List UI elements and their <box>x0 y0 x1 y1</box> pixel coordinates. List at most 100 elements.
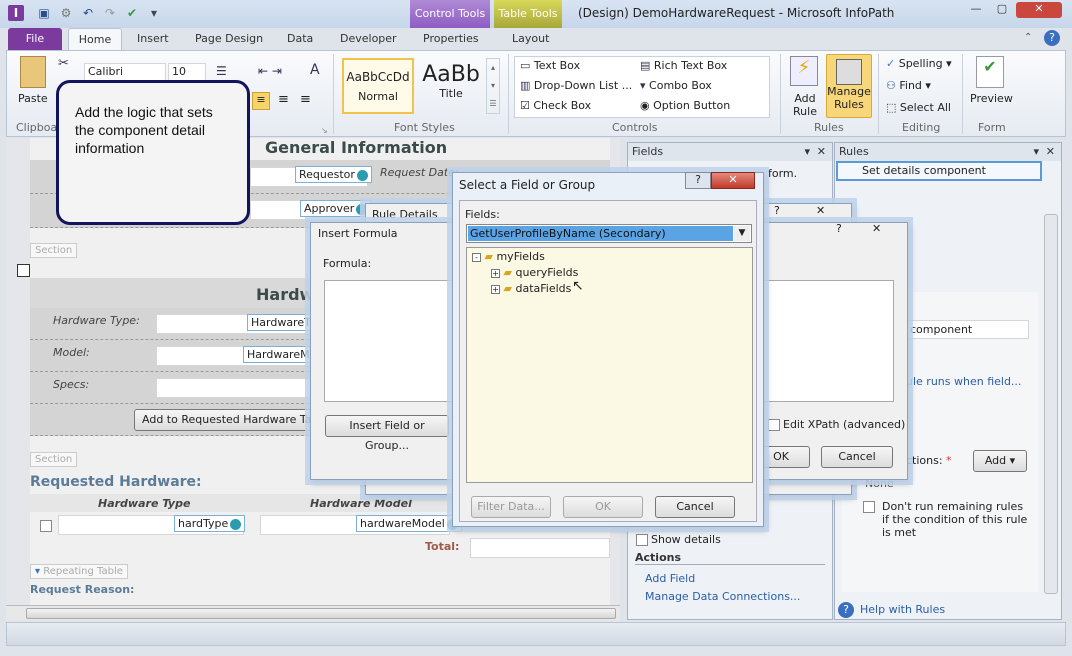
font-size-select[interactable]: 10 <box>168 63 206 81</box>
fields-pane-header: Fields ▾ ✕ <box>628 143 832 161</box>
help-icon[interactable]: ? <box>1044 30 1060 46</box>
help-icon[interactable]: ? <box>774 204 780 217</box>
control-text-box[interactable]: ▭ Text Box <box>520 59 580 72</box>
align-center-icon[interactable]: ≡ <box>278 92 289 107</box>
save-icon[interactable]: ▣ <box>36 5 52 21</box>
preview-button[interactable]: Preview <box>970 92 1013 105</box>
rich-text-icon: ▤ <box>640 59 654 72</box>
add-action-button[interactable]: Add ▾ <box>973 450 1027 472</box>
control-check-box[interactable]: ☑ Check Box <box>520 99 591 112</box>
tree-node[interactable]: + ▰ queryFields <box>491 266 578 279</box>
table-select-handle[interactable] <box>17 264 30 277</box>
redo-icon[interactable]: ↷ <box>102 5 118 21</box>
styles-scroll[interactable]: ▴ ▾ ☰ <box>486 58 500 114</box>
align-right-icon[interactable]: ≡ <box>300 92 311 107</box>
bullets-icon[interactable]: ☰ <box>216 64 227 78</box>
control-combo-box[interactable]: ▾ Combo Box <box>640 79 712 92</box>
style-normal[interactable]: AaBbCcDd Normal <box>342 58 414 114</box>
condition-link[interactable]: ule runs when field... <box>906 375 1021 388</box>
cancel-button[interactable]: Cancel <box>655 496 735 518</box>
horizontal-scrollbar[interactable] <box>6 605 620 620</box>
pane-close-icon[interactable]: ✕ <box>817 143 826 161</box>
align-left-icon[interactable]: ≡ <box>252 92 270 110</box>
tab-properties[interactable]: Properties <box>417 28 485 50</box>
help-icon[interactable]: ? <box>836 222 842 235</box>
close-icon[interactable]: ✕ <box>872 222 881 235</box>
tab-file[interactable]: File <box>8 28 62 50</box>
customize-toolbar-icon[interactable]: ▾ <box>146 5 162 21</box>
collapse-icon[interactable]: - <box>472 253 481 262</box>
help-button[interactable]: ? <box>685 172 711 189</box>
font-family-select[interactable]: Calibri <box>84 63 166 81</box>
find-button[interactable]: ⚇ Find ▾ <box>886 79 931 92</box>
rule-name-input[interactable]: component <box>905 320 1029 339</box>
find-label: Find <box>899 79 922 92</box>
pane-menu-icon[interactable]: ▾ <box>1033 143 1039 161</box>
design-checker-icon[interactable]: ✔ <box>124 5 140 21</box>
group-label-rules: Rules <box>814 121 844 134</box>
style-title-sample: AaBb <box>422 62 480 87</box>
spelling-button[interactable]: ✓ Spelling ▾ <box>886 57 952 70</box>
tab-home[interactable]: Home <box>68 28 122 50</box>
select-all-button[interactable]: ⬚ Select All <box>886 101 951 114</box>
style-title[interactable]: AaBb Title <box>418 58 484 114</box>
minimize-ribbon-icon[interactable]: ⌃ <box>1024 32 1032 43</box>
tree-node[interactable]: - ▰ myFields <box>472 250 545 263</box>
check-box-icon: ☑ <box>520 99 534 112</box>
row-checkbox[interactable] <box>40 520 52 532</box>
rule-list-item[interactable]: Set details component <box>836 161 1042 181</box>
minimize-button[interactable]: — <box>964 2 988 18</box>
edit-xpath-checkbox[interactable] <box>768 419 780 431</box>
restore-button[interactable]: ▢ <box>990 2 1014 18</box>
help-with-rules-link[interactable]: Help with Rules <box>860 603 945 616</box>
control-option-button[interactable]: ◉ Option Button <box>640 99 730 112</box>
tree-node[interactable]: + ▰ dataFields <box>491 282 571 295</box>
indent-icon[interactable]: ⇤ ⇥ <box>258 64 282 78</box>
preview-icon[interactable]: ⚙ <box>58 5 74 21</box>
col-header-hardware-model: Hardware Model <box>310 497 412 510</box>
show-details-label: Show details <box>651 533 721 546</box>
add-to-table-button[interactable]: Add to Requested Hardware Ta <box>134 409 316 431</box>
control-label: Combo Box <box>649 79 712 92</box>
pane-close-icon[interactable]: ✕ <box>1046 143 1055 161</box>
filter-data-button[interactable]: Filter Data... <box>471 496 551 518</box>
tab-page-design[interactable]: Page Design <box>189 28 269 50</box>
close-button[interactable]: ✕ <box>711 172 755 189</box>
hardware-model-tag: hardwareModel <box>356 515 462 532</box>
insert-field-or-group-button[interactable]: Insert Field or Group... <box>325 415 449 452</box>
tree-node-label: myFields <box>496 250 545 263</box>
close-window-button[interactable]: ✕ <box>1016 2 1062 18</box>
paste-button[interactable]: Paste <box>18 92 48 105</box>
tab-developer[interactable]: Developer <box>334 28 403 50</box>
tab-layout[interactable]: Layout <box>506 28 555 50</box>
control-rich-text-box[interactable]: ▤ Rich Text Box <box>640 59 727 72</box>
tab-insert[interactable]: Insert <box>131 28 175 50</box>
add-rule-button[interactable]: Add Rule <box>788 92 822 118</box>
add-field-link[interactable]: Add Field <box>645 572 695 585</box>
expand-icon[interactable]: + <box>491 285 500 294</box>
close-icon[interactable]: ✕ <box>816 204 825 217</box>
formula-cancel-button[interactable]: Cancel <box>821 446 893 468</box>
annotation-callout: Add the logic that sets the component de… <box>56 80 250 225</box>
expand-icon[interactable]: + <box>491 269 500 278</box>
control-drop-down-list[interactable]: ▥ Drop-Down List ... <box>520 79 632 92</box>
cut-icon[interactable]: ✂ <box>58 56 69 71</box>
undo-icon[interactable]: ↶ <box>80 5 96 21</box>
show-details-checkbox[interactable] <box>636 534 648 546</box>
data-source-select[interactable]: GetUserProfileByName (Secondary) ▼ <box>466 224 752 243</box>
font-dialog-launcher-icon[interactable]: ↘ <box>321 126 328 135</box>
pane-menu-icon[interactable]: ▾ <box>804 143 810 161</box>
chevron-down-icon[interactable]: ▼ <box>734 226 750 241</box>
scrollbar-thumb[interactable] <box>26 608 616 619</box>
dont-run-checkbox[interactable] <box>863 501 875 513</box>
manage-data-connections-link[interactable]: Manage Data Connections... <box>645 590 800 603</box>
ok-button[interactable]: OK <box>563 496 643 518</box>
tab-data[interactable]: Data <box>281 28 319 50</box>
rules-scrollbar[interactable] <box>1044 214 1058 594</box>
total-field[interactable] <box>470 538 610 558</box>
specs-field[interactable] <box>156 378 316 398</box>
clear-format-icon[interactable]: A <box>310 62 320 78</box>
control-label: Check Box <box>533 99 592 112</box>
infopath-logo-icon: I <box>8 5 24 21</box>
manage-rules-button[interactable]: Manage Rules <box>826 54 872 118</box>
